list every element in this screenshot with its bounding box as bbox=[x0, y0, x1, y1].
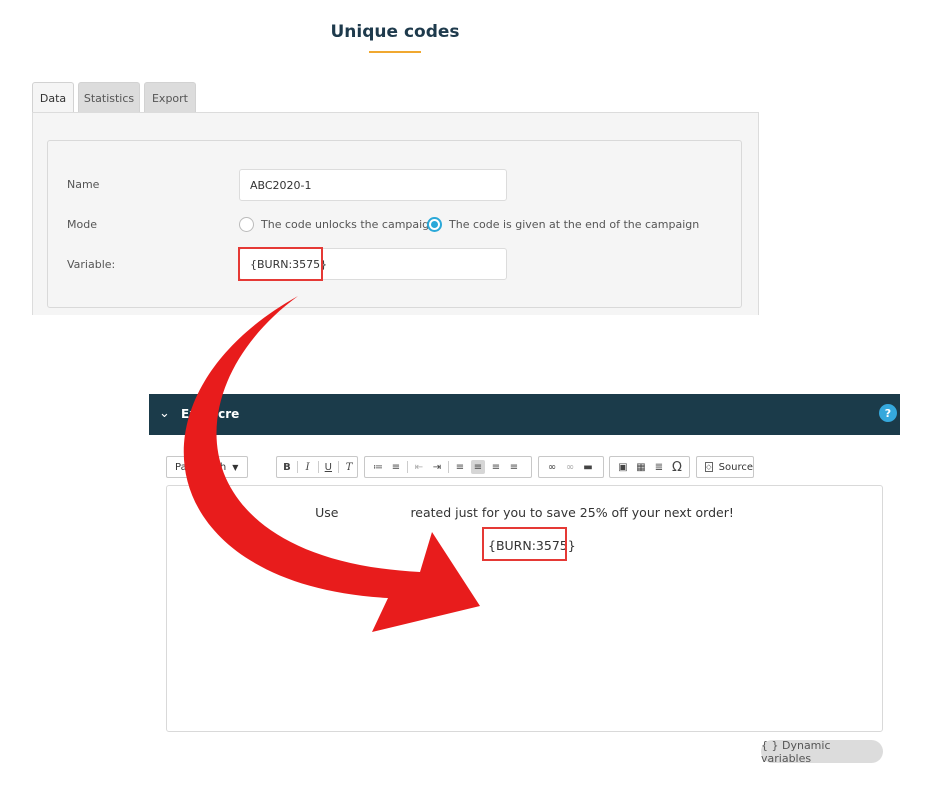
red-curved-arrow bbox=[183, 296, 480, 632]
arrow-shape bbox=[183, 296, 480, 632]
